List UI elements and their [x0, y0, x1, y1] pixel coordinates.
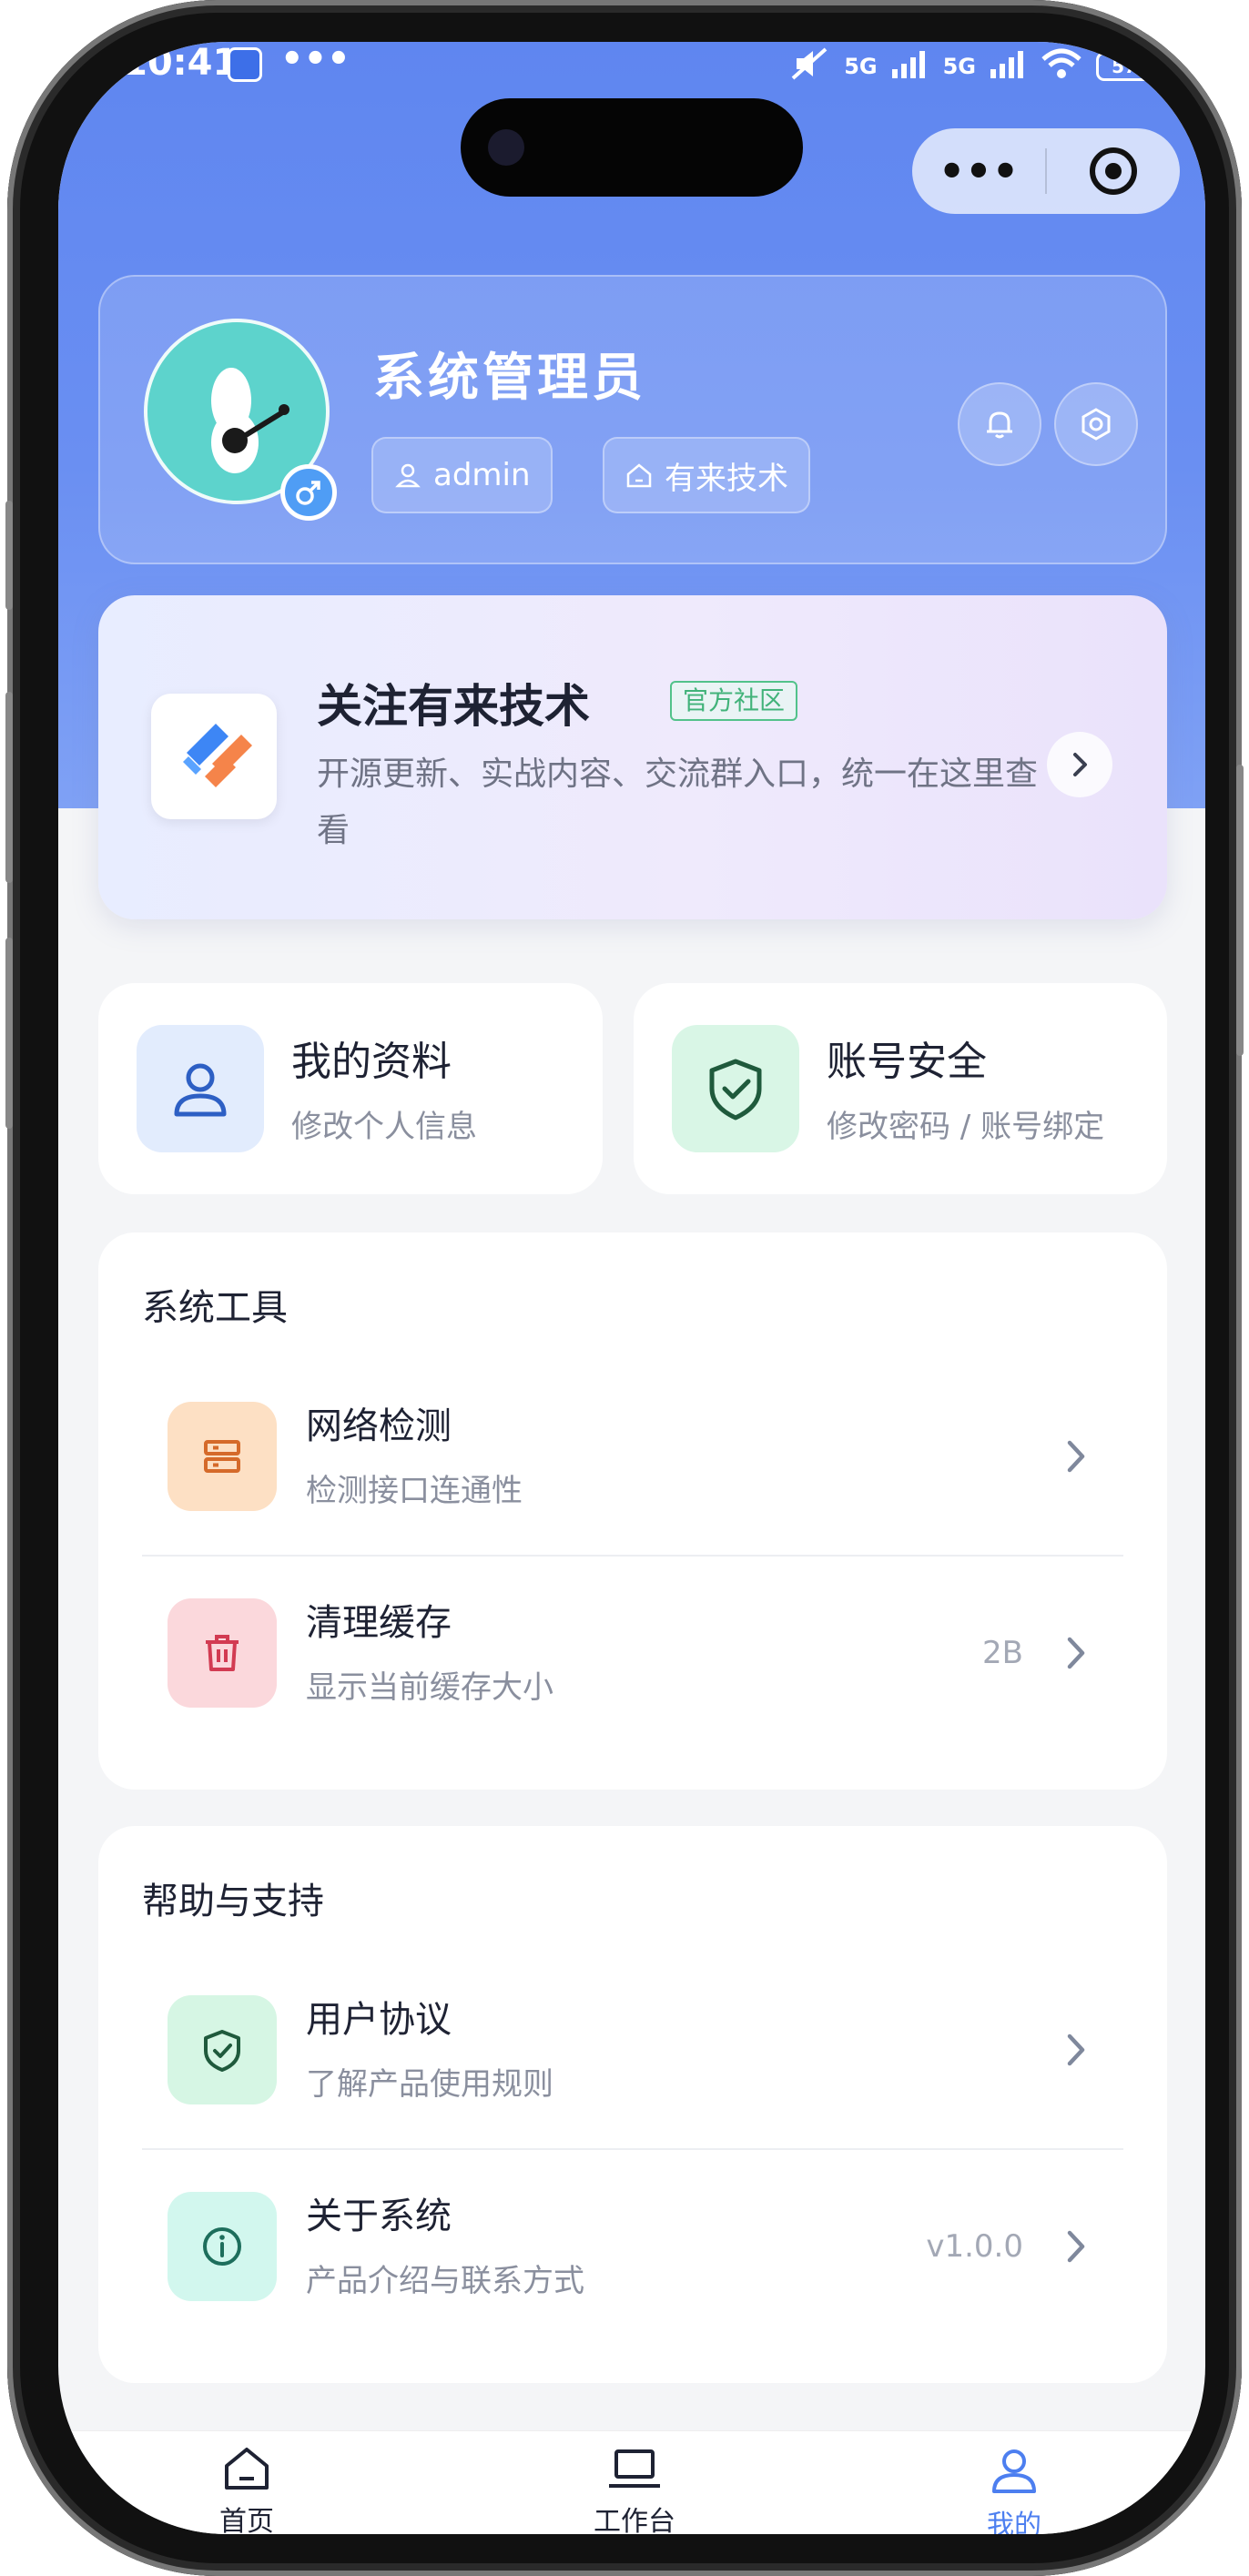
user-icon: [395, 463, 421, 488]
system-tools-title: 系统工具: [142, 1287, 288, 1329]
more-button[interactable]: •••: [912, 144, 1045, 198]
network-label-2: 5G: [942, 54, 976, 79]
system-tools-section: 系统工具 网络检测 检测接口连通性 清理缓存 显示当前缓存大小 2B: [98, 1232, 1167, 1790]
screen: 10:41 ••• 5G 5G 57 ••• 系统管理员 admin 有来技术 …: [58, 42, 1205, 2534]
about-system-title: 关于系统: [306, 2196, 452, 2237]
laptop-icon: [609, 2449, 660, 2488]
phone-frame: 10:41 ••• 5G 5G 57 ••• 系统管理员 admin 有来技术 …: [5, 0, 1244, 2576]
clear-cache-item[interactable]: 清理缓存 显示当前缓存大小 2B: [142, 1557, 1123, 1751]
phone-side-button: [5, 692, 13, 883]
target-icon: [1090, 147, 1137, 195]
shield-check-icon: [672, 1025, 799, 1152]
notification-button[interactable]: [958, 382, 1041, 466]
status-indicators: 5G 5G 57: [789, 46, 1153, 87]
network-check-subtitle: 检测接口连通性: [306, 1473, 523, 1509]
cache-size-value: 2B: [982, 1635, 1023, 1671]
network-label-1: 5G: [844, 54, 878, 79]
phone-side-button: [5, 501, 13, 610]
clear-cache-subtitle: 显示当前缓存大小: [306, 1669, 553, 1706]
signal-icon: [990, 49, 1027, 84]
tab-mine[interactable]: 我的: [941, 2446, 1087, 2534]
community-title: 关注有来技术: [317, 680, 590, 733]
settings-button[interactable]: [1054, 382, 1138, 466]
tab-mine-label: 我的: [987, 2510, 1041, 2534]
account-security-card[interactable]: 账号安全 修改密码 / 账号绑定: [634, 983, 1167, 1194]
user-agreement-title: 用户协议: [306, 1999, 452, 2041]
chevron-right-icon[interactable]: [1047, 732, 1112, 797]
trash-icon: [168, 1598, 277, 1708]
profile-card: 系统管理员 admin 有来技术: [98, 275, 1167, 564]
user-icon: [137, 1025, 264, 1152]
my-profile-title: 我的资料: [291, 1039, 452, 1085]
organization-text: 有来技术: [665, 460, 788, 497]
signal-icon: [891, 49, 929, 84]
account-security-subtitle: 修改密码 / 账号绑定: [827, 1109, 1105, 1145]
dynamic-island: [461, 98, 803, 197]
youlai-logo: [151, 694, 277, 819]
status-time: 10:41: [122, 42, 239, 84]
mute-icon: [789, 46, 829, 87]
camera-icon: [488, 129, 524, 166]
chevron-right-icon: [1065, 1438, 1087, 1478]
phone-side-button: [1236, 765, 1244, 1056]
network-check-item[interactable]: 网络检测 检测接口连通性: [142, 1360, 1123, 1555]
about-system-subtitle: 产品介绍与联系方式: [306, 2263, 584, 2299]
phone-side-button: [5, 938, 13, 1129]
help-support-title: 帮助与支持: [142, 1881, 324, 1922]
wifi-icon: [1041, 48, 1081, 85]
about-system-item[interactable]: 关于系统 产品介绍与联系方式 v1.0.0: [142, 2150, 1123, 2345]
clear-cache-title: 清理缓存: [306, 1602, 452, 1644]
server-icon: [168, 1402, 277, 1511]
home-icon: [225, 2448, 269, 2490]
community-badge: 官方社区: [670, 681, 798, 721]
tab-home[interactable]: 首页: [174, 2446, 320, 2534]
chevron-right-icon: [1065, 2228, 1087, 2268]
version-value: v1.0.0: [926, 2228, 1023, 2265]
my-profile-subtitle: 修改个人信息: [291, 1109, 477, 1145]
male-gender-icon: [280, 464, 337, 521]
tab-bar: 首页 工作台 我的: [58, 2430, 1205, 2534]
chevron-right-icon: [1065, 1635, 1087, 1675]
help-support-section: 帮助与支持 用户协议 了解产品使用规则 关于系统 产品介绍与联系方式 v1.0.…: [98, 1826, 1167, 2383]
my-profile-card[interactable]: 我的资料 修改个人信息: [98, 983, 603, 1194]
shield-check-icon: [168, 1995, 277, 2104]
status-more: •••: [280, 42, 350, 80]
organization-tag: 有来技术: [603, 437, 810, 513]
username-tag: admin: [371, 437, 553, 513]
community-banner[interactable]: 关注有来技术 官方社区 开源更新、实战内容、交流群入口，统一在这里查看: [98, 595, 1167, 919]
info-icon: [168, 2192, 277, 2301]
community-description: 开源更新、实战内容、交流群入口，统一在这里查看: [317, 756, 1039, 849]
home-icon: [626, 463, 652, 488]
user-nickname: 系统管理员: [373, 349, 646, 408]
tab-workbench-label: 工作台: [594, 2506, 675, 2534]
tab-home-label: 首页: [219, 2506, 274, 2534]
tab-workbench[interactable]: 工作台: [562, 2446, 707, 2534]
username-text: admin: [433, 457, 531, 493]
network-check-title: 网络检测: [306, 1405, 452, 1447]
user-agreement-item[interactable]: 用户协议 了解产品使用规则: [142, 1953, 1123, 2148]
battery-indicator: 57: [1096, 52, 1153, 81]
user-icon: [992, 2449, 1036, 2493]
close-button[interactable]: [1047, 147, 1180, 195]
gear-icon: [1081, 408, 1111, 441]
bell-icon: [987, 411, 1012, 439]
user-agreement-subtitle: 了解产品使用规则: [306, 2066, 553, 2103]
app-notification-icon: [228, 47, 262, 82]
account-security-title: 账号安全: [827, 1039, 987, 1085]
miniprogram-capsule: •••: [912, 128, 1180, 214]
chevron-right-icon: [1065, 2032, 1087, 2072]
